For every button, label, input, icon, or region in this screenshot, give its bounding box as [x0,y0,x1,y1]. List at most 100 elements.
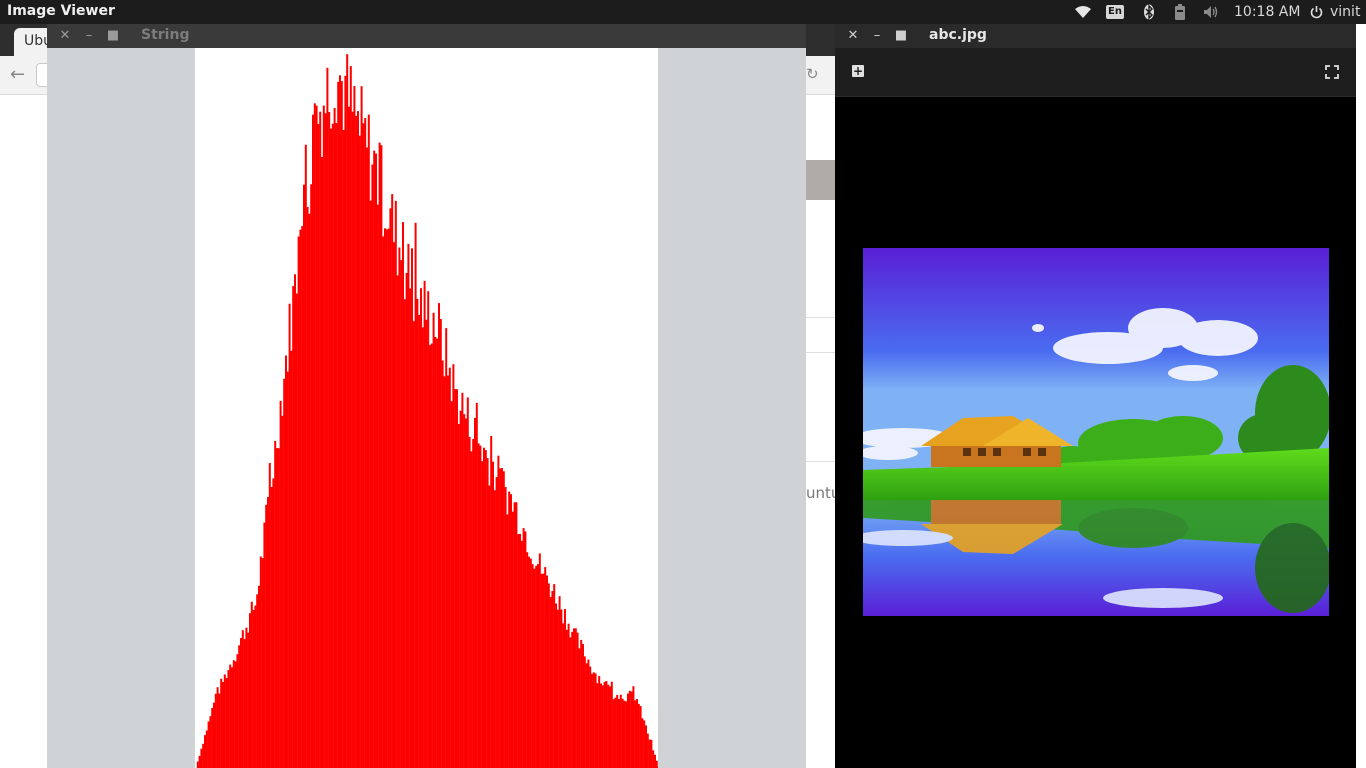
minimize-icon[interactable]: – [81,27,97,45]
histogram-bar [513,502,516,768]
histogram-bar [646,733,649,768]
user-menu[interactable]: vinit [1330,0,1360,24]
histogram-bar [232,660,235,768]
histogram-bar [601,685,604,768]
histogram-bar [454,389,457,768]
histogram-bar [655,760,658,768]
histogram-bar [209,716,212,768]
histogram-bar [488,485,491,768]
histogram-titlebar[interactable]: ✕ – ■ String [47,24,806,48]
keyboard-layout-indicator[interactable]: En [1106,0,1124,24]
histogram-bar [452,364,455,768]
histogram-bar [303,184,305,768]
histogram-bar [313,103,316,768]
histogram-bar [362,123,365,768]
histogram-bar [384,228,386,768]
histogram-bar [459,410,462,768]
histogram-bar [353,86,356,768]
histogram-bar [358,135,361,768]
histogram-bar [218,693,221,768]
histogram-bar [526,552,529,768]
histogram-bar [558,596,561,768]
histogram-bar [461,392,464,768]
fullscreen-icon[interactable] [1325,64,1339,79]
histogram-bar [565,629,568,768]
histogram-bar [450,401,453,768]
address-bar[interactable] [36,63,47,87]
histogram-bar [222,682,224,768]
histogram-bar [416,298,419,768]
histogram-bar [378,142,381,768]
power-icon[interactable] [1310,0,1323,24]
histogram-bar [616,695,619,768]
histogram-bar [407,243,410,768]
histogram-bar [551,591,554,768]
histogram-bar [456,389,458,768]
histogram-bar [582,644,584,768]
clock[interactable]: 10:18 AM [1234,0,1300,24]
histogram-bar [429,345,431,768]
histogram-bar [614,697,617,768]
histogram-bar [610,681,613,768]
histogram-bar [571,631,574,768]
histogram-bar [574,628,577,768]
histogram-bar [555,603,557,768]
maximize-icon[interactable]: ■ [893,27,909,45]
bluetooth-icon[interactable] [1143,0,1155,24]
histogram-bar [236,654,239,768]
histogram-bar [508,491,511,768]
histogram-bar [506,514,509,768]
histogram-bar [207,721,210,768]
volume-icon[interactable] [1203,0,1219,24]
username-label: vinit [1330,4,1361,20]
histogram-bar [205,730,208,768]
histogram-bar [438,303,440,768]
histogram-bar [196,761,199,768]
histogram-bar [524,531,527,768]
histogram-bar [591,673,593,768]
histogram-bar [265,504,268,768]
histogram-bar [434,337,437,768]
histogram-bar [553,584,556,768]
histogram-bar [380,145,383,768]
histogram-bar [245,627,248,768]
histogram-bar [493,490,496,768]
minimize-icon[interactable]: – [869,27,885,45]
histogram-bar [344,75,347,768]
histogram-bar [564,609,566,768]
histogram-bar [511,511,514,768]
histogram-bar [537,564,539,768]
histogram-bar [580,639,583,768]
histogram-bar [200,748,203,768]
histogram-bar [544,567,547,768]
histogram-bar [364,118,367,768]
reload-icon[interactable]: ↻ [806,65,822,85]
maximize-icon[interactable]: ■ [105,27,121,45]
histogram-bar [240,638,242,768]
histogram-bar [285,355,287,768]
browser-content-banner [806,160,835,200]
wifi-icon[interactable] [1074,0,1092,24]
browser-partial-text: untu [806,484,835,502]
histogram-bar [546,575,548,768]
back-arrow-icon[interactable]: ← [10,65,30,85]
viewer-toolbar: + [835,48,1356,97]
battery-icon[interactable] [1175,0,1185,24]
histogram-bar [495,477,498,768]
close-icon[interactable]: ✕ [845,27,861,45]
histogram-bar [270,487,273,768]
histogram-bar [520,540,523,768]
histogram-bar [630,691,633,768]
divider [806,317,835,318]
histogram-bar [585,663,588,768]
histogram-bar [542,573,545,768]
close-icon[interactable]: ✕ [57,27,73,45]
histogram-bar [420,288,422,768]
zoom-in-icon[interactable]: + [852,65,864,77]
histogram-bar [445,328,448,768]
histogram-bar [569,637,572,768]
histogram-bar [515,502,518,768]
histogram-bar [510,494,512,768]
viewer-titlebar[interactable]: ✕ – ■ abc.jpg [835,24,1356,48]
histogram-bar [623,700,626,768]
